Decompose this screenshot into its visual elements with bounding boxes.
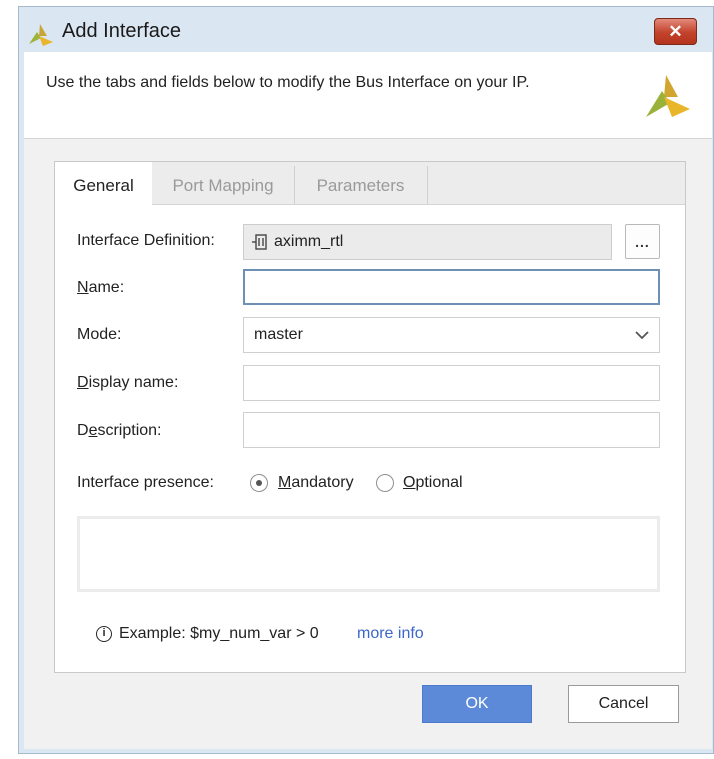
optional-label[interactable]: Optional — [403, 474, 463, 492]
tab-general[interactable]: General — [55, 162, 152, 205]
tab-divider — [427, 166, 428, 204]
tab-parameters-label: Parameters — [316, 176, 405, 195]
vivado-logo-icon — [29, 24, 53, 46]
mandatory-label[interactable]: Mandatory — [278, 474, 354, 492]
interface-presence-label: Interface presence: — [77, 474, 214, 491]
ok-button[interactable]: OK — [422, 685, 532, 723]
interface-definition-value: aximm_rtl — [274, 233, 344, 250]
example-text: Example: $my_num_var > 0 — [119, 625, 319, 642]
browse-interface-button[interactable]: ... — [625, 224, 660, 259]
optional-radio[interactable] — [376, 474, 394, 492]
interface-definition-field: aximm_rtl — [243, 224, 612, 260]
mode-select[interactable]: master — [243, 317, 660, 353]
mode-label: Mode: — [77, 326, 122, 343]
mandatory-radio[interactable] — [250, 474, 268, 492]
tab-port-mapping-label: Port Mapping — [172, 176, 274, 195]
tab-general-label: General — [73, 176, 134, 195]
mode-value: master — [254, 326, 303, 343]
more-info-link[interactable]: more info — [357, 625, 424, 643]
dialog-title: Add Interface — [62, 20, 181, 42]
name-input[interactable] — [243, 269, 660, 305]
close-button[interactable]: ✕ — [654, 18, 697, 45]
cancel-button[interactable]: Cancel — [568, 685, 679, 723]
message-area — [77, 516, 660, 592]
close-icon: ✕ — [668, 21, 683, 41]
cancel-button-label: Cancel — [598, 695, 649, 712]
vivado-logo-icon — [646, 75, 690, 117]
description-label: Description: — [77, 422, 162, 439]
display-name-input[interactable] — [243, 365, 660, 401]
ok-button-label: OK — [465, 695, 489, 712]
dialog-header — [24, 52, 712, 139]
tab-parameters[interactable]: Parameters — [295, 162, 426, 205]
display-name-label: Display name: — [77, 374, 179, 391]
name-label: Name: — [77, 279, 125, 296]
description-input[interactable] — [243, 412, 660, 448]
tab-port-mapping[interactable]: Port Mapping — [153, 162, 293, 205]
interface-definition-label: Interface Definition: — [77, 232, 215, 249]
header-description: Use the tabs and fields below to modify … — [46, 74, 530, 91]
browse-button-label: ... — [635, 233, 650, 250]
info-icon: i — [96, 626, 112, 642]
chevron-down-icon — [635, 330, 649, 339]
bus-interface-icon — [252, 234, 267, 250]
